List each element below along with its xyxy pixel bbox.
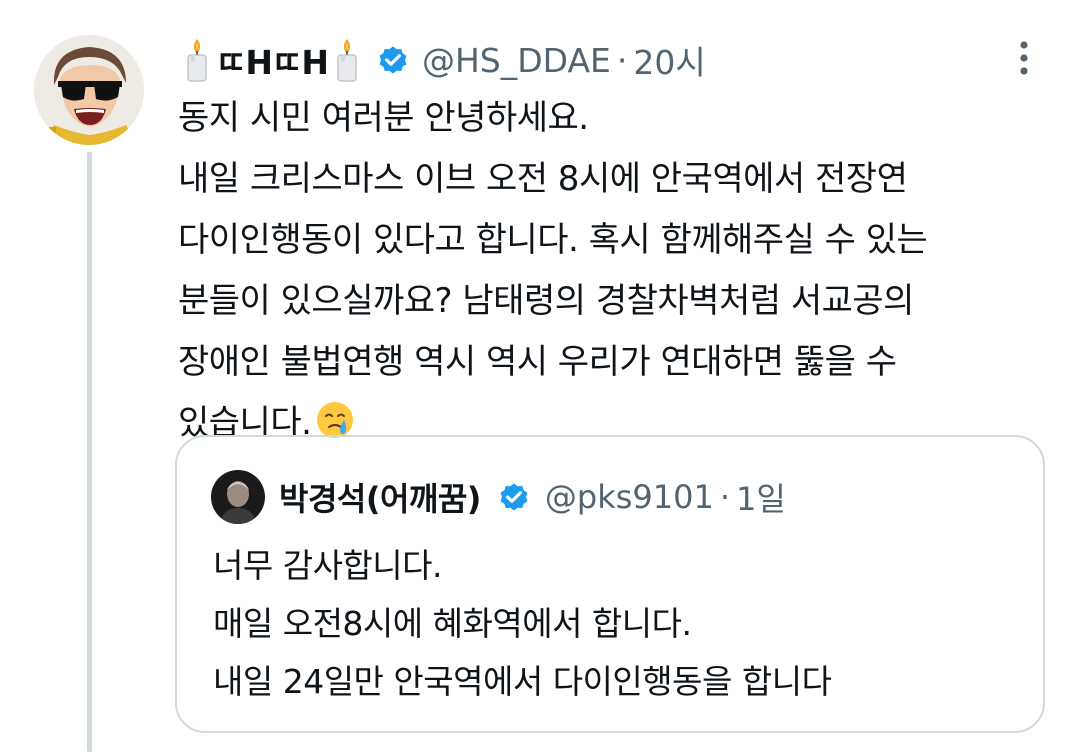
quoted-text-line: 너무 감사합니다. bbox=[213, 546, 443, 585]
tweet-text-line: 장애인 불법연행 역시 역시 우리가 연대하면 뚫을 수 bbox=[178, 342, 897, 382]
face-holding-back-tears-icon bbox=[315, 399, 355, 439]
verified-badge-icon bbox=[376, 43, 410, 77]
candle-icon bbox=[334, 37, 360, 83]
quoted-text-line: 내일 24일만 안국역에서 다이인행동을 합니다 bbox=[213, 662, 832, 701]
user-handle[interactable]: @HS_DDAE bbox=[422, 41, 611, 80]
quoted-user-handle[interactable]: @pks9101 bbox=[545, 478, 714, 516]
tweet-body: 동지 시민 여러분 안녕하세요. 내일 크리스마스 이브 오전 8시에 안국역에… bbox=[178, 88, 1058, 454]
quoted-text-line: 매일 오전8시에 혜화역에서 합니다. bbox=[213, 604, 692, 643]
candle-icon bbox=[184, 37, 210, 83]
tweet-text-line: 다이인행동이 있다고 합니다. 혹시 함께해주실 수 있는 bbox=[178, 220, 928, 260]
quoted-tweet-header: 박경석(어깨꿈) @pks9101 · 1일 bbox=[211, 469, 786, 525]
quoted-tweet-card[interactable]: 박경석(어깨꿈) @pks9101 · 1일 너무 감사합니다. 매일 오전8시… bbox=[175, 435, 1045, 733]
separator-dot: · bbox=[719, 478, 731, 516]
quoted-tweet-timestamp[interactable]: 1일 bbox=[736, 474, 786, 520]
tweet-text-line: 분들이 있으실까요? 남태령의 경찰차벽처럼 서교공의 bbox=[178, 281, 914, 321]
tweet-header: ㄸHㄸH @HS_DDAE · 20시 bbox=[180, 28, 706, 92]
quoted-tweet-body: 너무 감사합니다. 매일 오전8시에 혜화역에서 합니다. 내일 24일만 안국… bbox=[213, 537, 1033, 711]
thread-line bbox=[87, 152, 92, 752]
verified-badge-icon bbox=[497, 480, 531, 514]
tweet-text-line: 내일 크리스마스 이브 오전 8시에 안국역에서 전장연 bbox=[178, 159, 908, 199]
quoted-avatar[interactable] bbox=[211, 470, 265, 524]
display-name[interactable]: ㄸHㄸH bbox=[216, 36, 329, 84]
tweet-text-line: 동지 시민 여러분 안녕하세요. bbox=[178, 98, 589, 138]
more-options-icon[interactable] bbox=[1012, 40, 1036, 80]
quoted-display-name[interactable]: 박경석(어깨꿈) bbox=[279, 474, 481, 520]
separator-dot: · bbox=[616, 40, 628, 80]
avatar[interactable] bbox=[34, 35, 144, 145]
tweet-timestamp[interactable]: 20시 bbox=[633, 36, 705, 84]
